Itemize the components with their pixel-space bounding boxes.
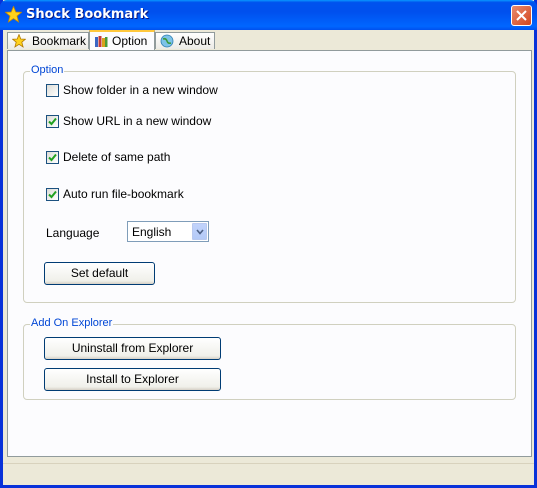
option-panel: Option Show folder in a new window Show …	[7, 50, 532, 457]
install-explorer-button[interactable]: Install to Explorer	[44, 368, 221, 391]
close-icon	[516, 10, 527, 21]
star-icon	[12, 34, 26, 48]
checkbox-box[interactable]	[46, 151, 59, 164]
checkmark-icon	[48, 190, 57, 199]
checkbox-label: Delete of same path	[63, 150, 171, 164]
tab-option[interactable]: Option	[89, 30, 155, 50]
app-star-icon	[5, 6, 22, 23]
language-select[interactable]: English	[127, 221, 209, 242]
uninstall-explorer-button[interactable]: Uninstall from Explorer	[44, 337, 221, 360]
window-title: Shock Bookmark	[26, 7, 149, 22]
globe-person-icon	[160, 34, 174, 48]
set-default-button[interactable]: Set default	[44, 262, 155, 285]
main-window: Shock Bookmark Bookmark Option About Opt…	[0, 0, 537, 488]
tab-label: Bookmark	[32, 34, 87, 48]
checkmark-icon	[48, 117, 57, 126]
chevron-down-icon	[196, 229, 204, 235]
title-bar[interactable]: Shock Bookmark	[0, 0, 537, 30]
tab-bookmark[interactable]: Bookmark	[7, 32, 89, 49]
checkbox-box[interactable]	[46, 115, 59, 128]
checkbox-label: Show URL in a new window	[63, 114, 212, 128]
close-button[interactable]	[511, 5, 532, 26]
checkbox-label: Show folder in a new window	[63, 83, 218, 97]
dropdown-button[interactable]	[192, 223, 207, 240]
explorer-group-title: Add On Explorer	[30, 317, 114, 329]
tab-about[interactable]: About	[155, 32, 215, 49]
checkbox-box[interactable]	[46, 188, 59, 201]
books-icon	[95, 36, 108, 47]
language-value: English	[132, 225, 172, 239]
status-divider	[3, 463, 534, 464]
tab-label: About	[179, 34, 211, 48]
checkmark-icon	[48, 153, 57, 162]
checkbox-box[interactable]	[46, 84, 59, 97]
tab-label: Option	[112, 34, 148, 48]
option-group-title: Option	[30, 64, 65, 76]
language-label: Language	[46, 226, 100, 240]
checkbox-label: Auto run file-bookmark	[63, 187, 184, 201]
